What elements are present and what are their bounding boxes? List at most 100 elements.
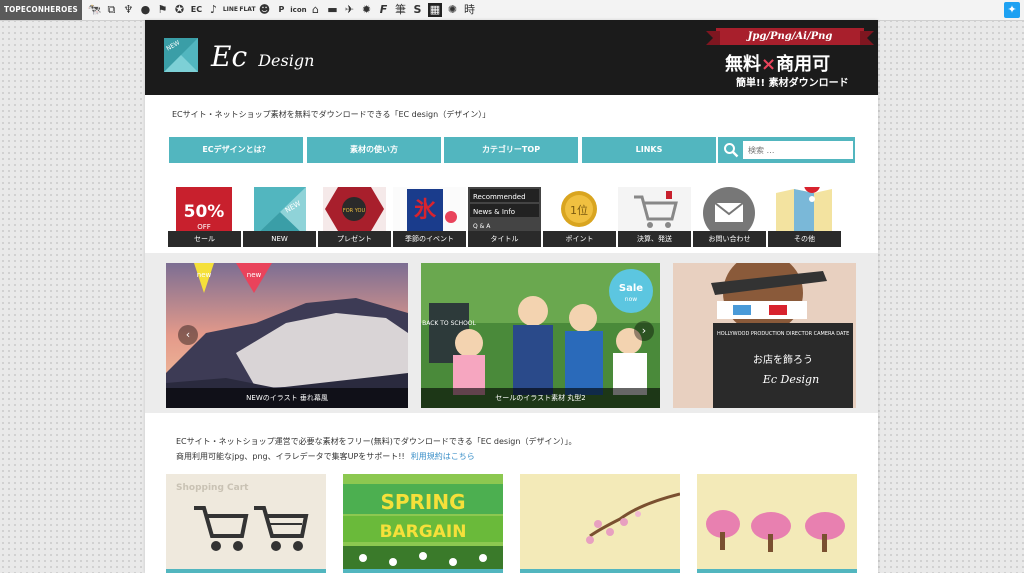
logo-mark-icon[interactable]: NEW <box>164 38 198 72</box>
category-contact[interactable]: お問い合わせ <box>693 187 766 247</box>
santorini-image: new new <box>166 263 408 408</box>
slide-caption: セールのイラスト素材 丸型2 <box>421 388 660 408</box>
thumb-sakura-branch[interactable] <box>520 474 680 573</box>
terms-link[interactable]: 利用規約はこちら <box>411 452 475 461</box>
nav-links[interactable]: LINKS <box>582 137 716 163</box>
slide-caption: NEWのイラスト 垂れ幕風 <box>166 388 408 408</box>
svg-text:氷: 氷 <box>414 198 437 223</box>
thumb-bar <box>343 569 503 573</box>
nav-usage[interactable]: 素材の使い方 <box>307 137 441 163</box>
category-label: 決算、発送 <box>618 231 691 247</box>
page-frame: NEW Ec Design Jpg/Png/Ai/Png 無料×商用可 簡単!!… <box>145 20 878 573</box>
category-label: タイトル <box>468 231 541 247</box>
kids-image: BACK TO SCHOOL Sale now <box>421 263 660 408</box>
nav-category-top[interactable]: カテゴリーTOP <box>444 137 578 163</box>
toolbar-brand[interactable]: TOPECONHEROES <box>0 0 82 20</box>
sparkle-icon[interactable]: ✺ <box>444 0 461 20</box>
shopping-cart-art: Shopping Cart <box>166 474 326 573</box>
format-ribbon: Jpg/Png/Ai/Png <box>706 28 874 45</box>
f-icon[interactable]: F <box>375 0 392 20</box>
description-line2: 商用利用可能なjpg、png、イラレデータで集客UPをサポート!! 利用規約はこち… <box>176 452 475 461</box>
thumb-shopping-cart[interactable]: Shopping Cart <box>166 474 326 573</box>
search-box <box>718 137 855 163</box>
svg-text:HOLLYWOOD PRODUCTION DIRECTOR: HOLLYWOOD PRODUCTION DIRECTOR CAMERA DAT… <box>717 331 849 337</box>
person-icon[interactable]: ♆ <box>120 0 137 20</box>
site-description: ECサイト・ネットショップ運営で必要な素材をフリー(無料)でダウンロードできる「… <box>176 434 576 464</box>
s-icon[interactable]: S <box>409 0 426 20</box>
category-point[interactable]: 1位 ポイント <box>543 187 616 247</box>
grid-icon[interactable]: ▦ <box>427 3 442 17</box>
category-title[interactable]: Recommended News & Info Q & A タイトル <box>468 187 541 247</box>
line-icon[interactable]: LINE <box>222 0 239 20</box>
category-label: お問い合わせ <box>693 231 766 247</box>
p-icon[interactable]: P <box>273 0 290 20</box>
logo-ec: Ec <box>211 40 248 73</box>
house-icon[interactable]: ⌂ <box>307 0 324 20</box>
category-new[interactable]: NEW NEW <box>243 187 316 247</box>
description-line1: ECサイト・ネットショップ運営で必要な素材をフリー(無料)でダウンロードできる「… <box>176 437 577 446</box>
flag-icon[interactable]: ⚑ <box>154 0 171 20</box>
svg-text:News & Info: News & Info <box>473 208 515 216</box>
category-present[interactable]: FOR YOU プレゼント <box>318 187 391 247</box>
slide-santorini[interactable]: new new ‹ NEWのイラスト 垂れ幕風 <box>166 263 408 408</box>
sakura-trees-art <box>697 474 857 573</box>
badge-icon[interactable]: ✪ <box>171 0 188 20</box>
svg-text:Shopping Cart: Shopping Cart <box>176 483 249 493</box>
cow-icon[interactable]: 🐄 <box>86 0 103 20</box>
category-label: 季節のイベント <box>393 231 466 247</box>
svg-text:BACK TO SCHOOL: BACK TO SCHOOL <box>422 320 476 327</box>
search-icon[interactable] <box>723 142 739 158</box>
nav-about[interactable]: ECデザインとは？ <box>169 137 303 163</box>
top-toolbar: TOPECONHEROES 🐄 ⧉ ♆ ● ⚑ ✪ EC ♪ LINE FLAT… <box>0 0 1024 21</box>
car-icon[interactable]: ▬ <box>324 0 341 20</box>
site-logo[interactable]: Ec Design <box>211 40 314 73</box>
svg-text:OFF: OFF <box>197 223 211 231</box>
category-label: プレゼント <box>318 231 391 247</box>
thumb-bar <box>166 569 326 573</box>
category-payment[interactable]: 決算、発送 <box>618 187 691 247</box>
category-other[interactable]: その他 <box>768 187 841 247</box>
header-subline: 簡単!! 素材ダウンロード <box>736 78 849 89</box>
svg-text:1位: 1位 <box>570 203 588 217</box>
svg-text:Ec Design: Ec Design <box>762 373 819 386</box>
intro-text: ECサイト・ネットショップ素材を無料でダウンロードできる「EC design（デ… <box>172 110 491 119</box>
slide-kids[interactable]: BACK TO SCHOOL Sale now › セールのイラスト素材 丸型2 <box>421 263 660 408</box>
thumb-bar <box>520 569 680 573</box>
site-header: NEW Ec Design Jpg/Png/Ai/Png 無料×商用可 簡単!!… <box>145 20 878 95</box>
time-icon[interactable]: 時 <box>461 0 478 20</box>
bird-icon[interactable]: ✈ <box>341 0 358 20</box>
note-icon[interactable]: ♪ <box>205 0 222 20</box>
material-thumbnails: Shopping Cart SPRING BARGAIN <box>166 474 857 573</box>
svg-text:new: new <box>247 271 262 279</box>
flat-icon[interactable]: FLAT <box>239 0 256 20</box>
category-sale[interactable]: 50% OFF セール <box>168 187 241 247</box>
thumb-sakura-trees[interactable] <box>697 474 857 573</box>
slider-prev-button[interactable]: ‹ <box>178 325 198 345</box>
slide-clapper[interactable]: HOLLYWOOD PRODUCTION DIRECTOR CAMERA DAT… <box>673 263 856 408</box>
slider-next-button[interactable]: › <box>634 321 654 341</box>
smiley-icon[interactable]: ☻ <box>256 0 273 20</box>
thumb-spring-bargain[interactable]: SPRING BARGAIN <box>343 474 503 573</box>
svg-text:new: new <box>197 271 212 279</box>
svg-text:SPRING: SPRING <box>380 490 465 514</box>
category-label: NEW <box>243 231 316 247</box>
svg-text:お店を飾ろう: お店を飾ろう <box>753 353 813 366</box>
search-input[interactable] <box>743 141 853 159</box>
pages-icon[interactable]: ⧉ <box>103 0 120 20</box>
spring-bargain-art: SPRING BARGAIN <box>343 474 503 573</box>
logo-design: Design <box>258 51 315 70</box>
gear-icon[interactable]: ✹ <box>358 0 375 20</box>
ec-icon[interactable]: EC <box>188 0 205 20</box>
svg-text:Q & A: Q & A <box>473 223 491 230</box>
speech-icon[interactable]: ● <box>137 0 154 20</box>
toolbar-icons: 🐄 ⧉ ♆ ● ⚑ ✪ EC ♪ LINE FLAT ☻ P icon ⌂ ▬ … <box>86 0 478 20</box>
category-tiles: 50% OFF セール NEW NEW FOR YOU プレゼント 氷 季節のイ… <box>168 187 848 247</box>
thumb-bar <box>697 569 857 573</box>
brush-icon[interactable]: 筆 <box>392 0 409 20</box>
twitter-icon[interactable]: ✦ <box>1004 2 1020 18</box>
category-label: ポイント <box>543 231 616 247</box>
svg-text:FOR YOU: FOR YOU <box>343 208 366 214</box>
svg-text:BARGAIN: BARGAIN <box>380 522 467 542</box>
icon-text-icon[interactable]: icon <box>290 0 307 20</box>
category-season[interactable]: 氷 季節のイベント <box>393 187 466 247</box>
